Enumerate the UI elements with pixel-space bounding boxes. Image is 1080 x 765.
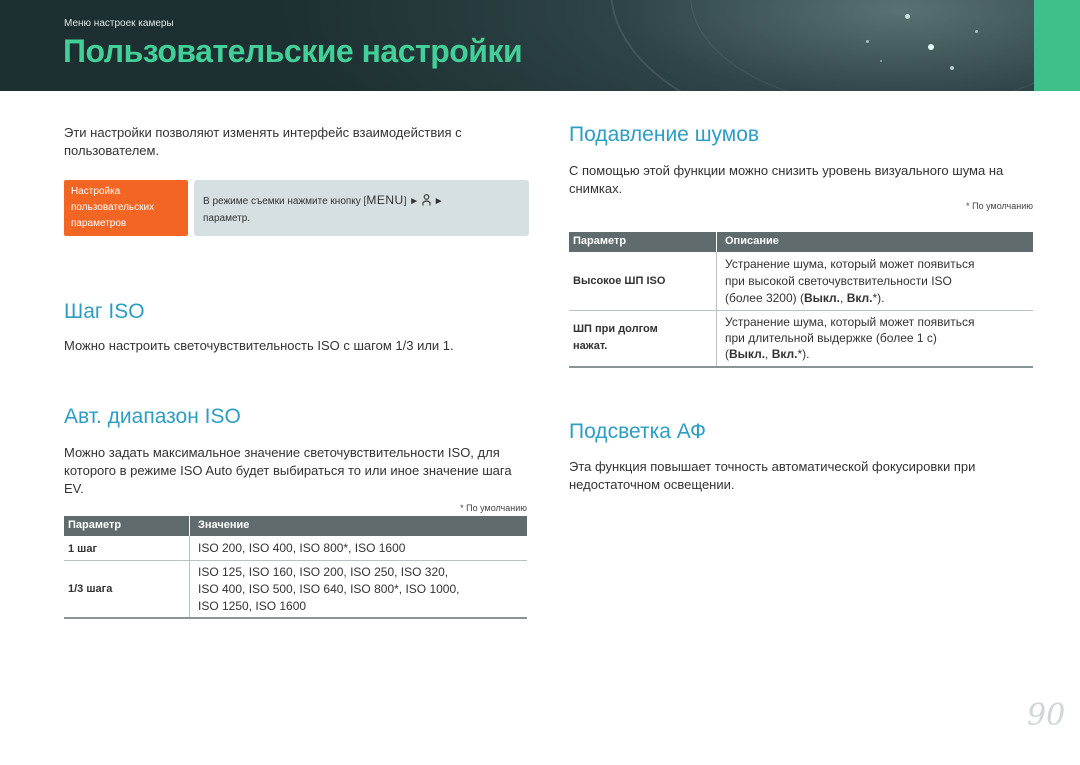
- path-text: параметр.: [203, 213, 251, 224]
- table-header-value: Значение: [198, 519, 250, 531]
- intro-text: Эти настройки позволяют изменять интерфе…: [64, 125, 462, 158]
- table-header: Параметр Значение: [64, 516, 527, 536]
- noise-table: Параметр Описание Высокое ШП ISO Устране…: [569, 232, 1033, 370]
- table-header-param: Параметр: [68, 519, 122, 531]
- default-footnote: * По умолчанию: [966, 201, 1033, 211]
- page-number: 90: [1027, 698, 1066, 733]
- table-header-desc: Описание: [725, 235, 779, 247]
- section-title-iso-step: Шаг ISO: [64, 300, 145, 323]
- decorative-sparkle: [880, 60, 882, 62]
- option-on: Вкл.: [846, 291, 873, 305]
- chapter-tab: [1034, 0, 1080, 91]
- option-off: Выкл.: [729, 347, 766, 361]
- table-row-value: ISO 125, ISO 160, ISO 200, ISO 250, ISO …: [198, 565, 449, 579]
- decorative-sparkle: [905, 14, 910, 19]
- section-title-noise: Подавление шумов: [569, 123, 760, 146]
- header-banner: Меню настроек камеры Пользовательские на…: [0, 0, 1034, 91]
- table-row-param: 1 шаг: [68, 543, 98, 555]
- table-row-desc: при высокой светочувствительности ISO: [725, 274, 952, 288]
- settings-path-instruction: В режиме съемки нажмите кнопку [MENU] ► …: [194, 180, 529, 236]
- table-header: Параметр Описание: [569, 232, 1033, 252]
- table-row-desc: (более 3200) (Выкл., Вкл.*).: [725, 290, 884, 306]
- table-row-desc: Устранение шума, который может появиться: [725, 257, 975, 271]
- default-footnote: * По умолчанию: [460, 503, 527, 513]
- path-text: ] ►: [403, 196, 420, 207]
- desc-text: ,: [765, 347, 772, 361]
- decorative-sparkle: [928, 44, 934, 50]
- desc-text: (более 3200) (: [725, 291, 804, 305]
- path-text: В режиме съемки нажмите кнопку [: [203, 196, 367, 207]
- table-row-desc: при длительной выдержке (более 1 с): [725, 331, 937, 345]
- decorative-sparkle: [975, 30, 978, 33]
- iso-step-text: Можно настроить светочувствительность IS…: [64, 338, 454, 353]
- decorative-sparkle: [950, 66, 954, 70]
- table-row-value: ISO 400, ISO 500, ISO 640, ISO 800*, ISO…: [198, 582, 460, 596]
- settings-path-label: Настройка пользовательских параметров: [64, 180, 188, 236]
- table-row-param: 1/3 шага: [68, 583, 113, 595]
- iso-range-table: Параметр Значение 1 шаг ISO 200, ISO 400…: [64, 516, 527, 620]
- table-row-param: Высокое ШП ISO: [573, 275, 666, 287]
- menu-key: MENU: [366, 193, 404, 207]
- table-header-param: Параметр: [573, 235, 627, 247]
- af-light-text: Эта функция повышает точность автоматиче…: [569, 459, 976, 492]
- section-title-af-light: Подсветка АФ: [569, 420, 707, 443]
- section-title-auto-iso: Авт. диапазон ISO: [64, 405, 241, 428]
- option-off: Выкл.: [803, 291, 841, 305]
- table-row-value: ISO 200, ISO 400, ISO 800*, ISO 1600: [198, 541, 406, 555]
- option-on: Вкл.: [771, 347, 798, 361]
- decorative-sparkle: [866, 40, 869, 43]
- path-text: ►: [433, 196, 444, 207]
- table-row-desc: Устранение шума, который может появиться: [725, 315, 975, 329]
- desc-text: ,: [840, 291, 847, 305]
- table-row-param: нажат.: [573, 340, 608, 352]
- breadcrumb: Меню настроек камеры: [64, 18, 174, 29]
- noise-text: С помощью этой функции можно снизить уро…: [569, 163, 1004, 196]
- table-row-param: ШП при долгом: [573, 323, 658, 335]
- desc-text: *).: [797, 347, 810, 361]
- table-row-desc: (Выкл., Вкл.*).: [725, 346, 809, 362]
- table-row-value: ISO 1250, ISO 1600: [198, 599, 307, 613]
- desc-text: *).: [872, 291, 885, 305]
- user-settings-icon: [422, 194, 431, 206]
- page-title: Пользовательские настройки: [63, 33, 523, 69]
- auto-iso-text: Можно задать максимальное значение свето…: [64, 445, 512, 496]
